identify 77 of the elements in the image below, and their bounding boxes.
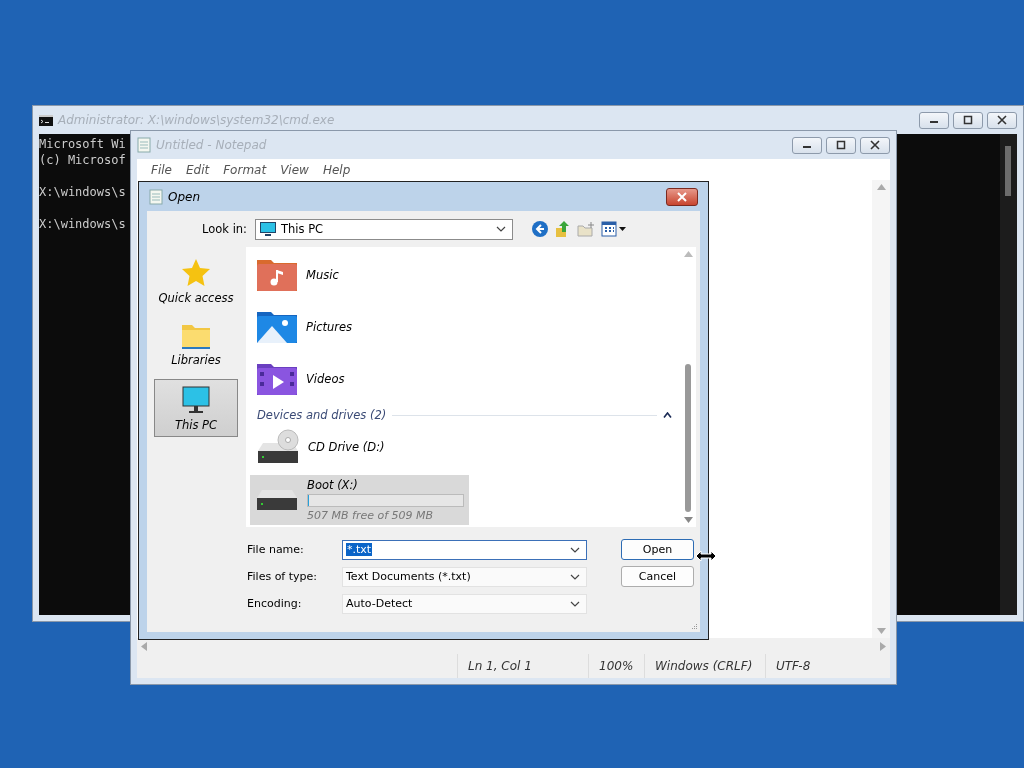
look-in-dropdown[interactable]: This PC <box>255 218 513 240</box>
drive-name[interactable]: CD Drive (D:) <box>308 440 385 454</box>
dropdown-field[interactable]: Auto-Detect <box>342 593 587 614</box>
scrollbar[interactable] <box>1000 134 1017 615</box>
menu-item[interactable]: View <box>274 162 317 177</box>
menu-item[interactable]: File <box>145 162 180 177</box>
menu-item[interactable]: Edit <box>179 162 218 177</box>
hard-drive-icon <box>255 488 299 512</box>
file-name-field[interactable]: *.txt <box>342 539 587 560</box>
scroll-up-icon <box>876 184 886 190</box>
dialog-button[interactable]: Open <box>621 539 694 560</box>
monitor-icon <box>180 384 212 416</box>
status-text: UTF-8 <box>765 654 890 678</box>
close-icon <box>870 140 880 150</box>
close-button[interactable] <box>987 111 1017 129</box>
maximize-button[interactable] <box>826 136 856 154</box>
status-text: 100% <box>588 654 644 678</box>
status-text: Windows (CRLF) <box>644 654 765 678</box>
place-item[interactable]: Libraries <box>154 317 238 371</box>
resize-cursor-icon <box>695 550 717 562</box>
view-menu-icon[interactable] <box>601 221 627 237</box>
pictures-folder-icon <box>256 310 298 344</box>
scrollbar[interactable] <box>137 638 890 654</box>
folder-name[interactable]: Pictures <box>306 320 353 334</box>
group-header[interactable]: Devices and drives (2) <box>257 408 387 422</box>
back-icon[interactable] <box>531 220 549 238</box>
drive-name[interactable]: Boot (X:) <box>307 478 464 492</box>
field-label: File name: <box>247 543 305 556</box>
scroll-down-icon <box>683 517 693 523</box>
folder-name[interactable]: Videos <box>306 372 345 386</box>
dropdown-field[interactable]: Text Documents (*.txt) <box>342 566 587 587</box>
console-line: Microsoft Wi <box>39 136 126 152</box>
close-button[interactable] <box>860 136 890 154</box>
close-icon <box>997 115 1007 125</box>
menu-item[interactable]: Help <box>316 162 359 177</box>
field-label: Encoding: <box>247 597 303 610</box>
window-title: Administrator: X:\windows\system32\cmd.exe <box>58 113 335 127</box>
notepad-icon <box>137 137 151 153</box>
scrollbar[interactable] <box>872 180 890 638</box>
maximize-icon <box>963 115 973 125</box>
resize-grip-icon[interactable] <box>690 622 698 630</box>
dialog-button[interactable]: Cancel <box>621 566 694 587</box>
drive-selection-highlight[interactable]: Boot (X:) 507 MB free of 509 MB <box>250 475 469 525</box>
combo-value: Text Documents (*.txt) <box>346 570 471 583</box>
close-button[interactable] <box>666 187 698 206</box>
scroll-right-icon <box>880 641 886 651</box>
notepad-icon <box>149 188 163 205</box>
menu-item[interactable]: Format <box>217 162 275 177</box>
close-icon <box>677 191 687 202</box>
music-folder-icon <box>256 258 298 292</box>
drive-free-space: 507 MB free of 509 MB <box>307 509 435 522</box>
maximize-button[interactable] <box>953 111 983 129</box>
monitor-icon <box>260 222 276 236</box>
scroll-up-icon <box>683 251 693 257</box>
combo-value: Auto-Detect <box>346 597 413 610</box>
collapse-icon[interactable] <box>663 412 672 418</box>
console-line: X:\windows\s <box>39 184 126 200</box>
minimize-button[interactable] <box>792 136 822 154</box>
place-item[interactable]: Quick access <box>154 253 238 309</box>
up-folder-icon[interactable] <box>555 220 571 238</box>
console-line: X:\windows\s <box>39 216 126 232</box>
scroll-down-icon <box>876 628 886 634</box>
cd-drive-icon <box>256 429 300 465</box>
place-item[interactable]: This PC <box>154 379 238 437</box>
look-in-label: Look in: <box>201 222 247 236</box>
videos-folder-icon <box>256 362 298 396</box>
status-text: Ln 1, Col 1 <box>457 654 588 678</box>
maximize-icon <box>836 140 846 150</box>
dialog-title: Open <box>168 189 201 204</box>
field-label: Files of type: <box>247 570 318 583</box>
file-name-value: *.txt <box>346 543 373 556</box>
window-title: Untitled - Notepad <box>156 138 267 152</box>
folder-name[interactable]: Music <box>306 268 339 282</box>
minimize-button[interactable] <box>919 111 949 129</box>
scroll-left-icon <box>141 641 147 651</box>
console-line: (c) Microsof <box>39 152 126 168</box>
console-icon <box>39 114 53 126</box>
